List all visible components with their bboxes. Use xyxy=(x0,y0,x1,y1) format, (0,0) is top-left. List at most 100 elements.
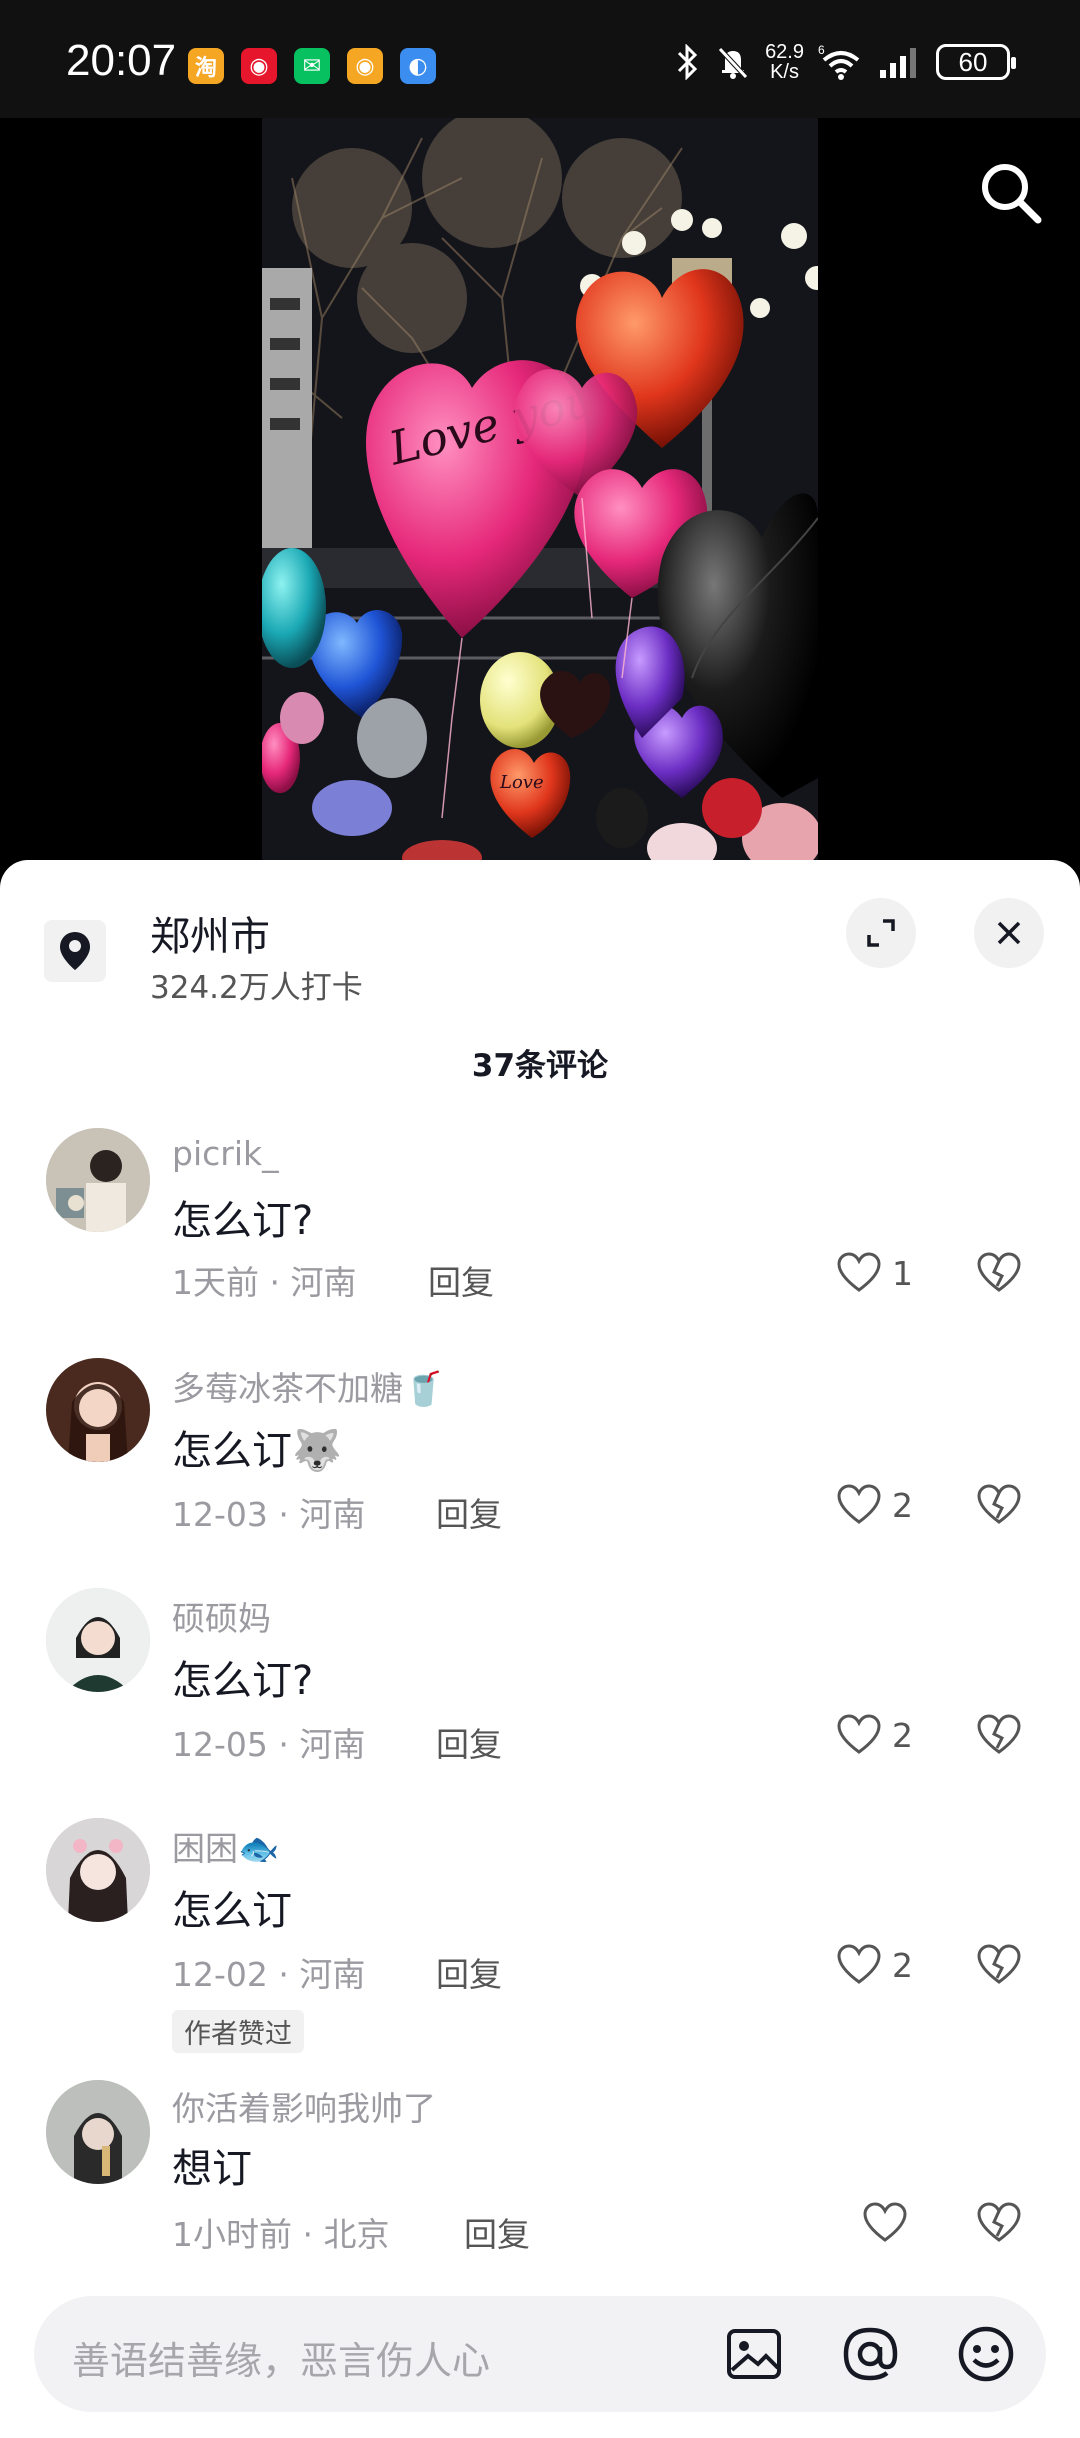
comment-meta: 12-03 · 河南 xyxy=(172,1495,366,1534)
comment-time: 1小时前 xyxy=(172,2215,292,2254)
comment-time: 12-02 xyxy=(172,1955,268,1994)
svg-text:6: 6 xyxy=(818,44,825,57)
heart-icon xyxy=(837,1714,881,1754)
emoji-icon xyxy=(958,2326,1014,2382)
comment-region: 河南 xyxy=(299,1955,366,1994)
comment-meta: 1小时前 · 北京 xyxy=(172,2215,390,2254)
like-count: 1 xyxy=(892,1253,913,1293)
at-icon xyxy=(843,2327,898,2381)
expand-button[interactable] xyxy=(846,898,916,968)
broken-heart-icon xyxy=(977,1484,1021,1524)
heart-icon xyxy=(863,2202,907,2242)
reply-button[interactable]: 回复 xyxy=(464,2208,530,2256)
expand-icon xyxy=(867,919,895,947)
comment-text: 想订 xyxy=(172,2146,252,2192)
dislike-button[interactable] xyxy=(976,1714,1022,1760)
emoji-button[interactable] xyxy=(956,2324,1016,2384)
net-speed: 62.9 K/s xyxy=(765,42,804,82)
net-speed-value: 62.9 xyxy=(765,41,804,63)
comment-time: 1天前 xyxy=(172,1263,259,1302)
wechat-icon: ✉ xyxy=(294,48,330,84)
avatar[interactable] xyxy=(46,1588,150,1692)
heart-icon xyxy=(837,1484,881,1524)
avatar[interactable] xyxy=(46,1358,150,1462)
net-speed-unit: K/s xyxy=(770,61,799,83)
dislike-button[interactable] xyxy=(976,1944,1022,1990)
comment-region: 河南 xyxy=(299,1495,366,1534)
dislike-button[interactable] xyxy=(976,1484,1022,1530)
comment-text: 怎么订 xyxy=(172,1888,292,1934)
comment-text: 怎么订? xyxy=(172,1198,314,1244)
broken-heart-icon xyxy=(977,1252,1021,1292)
comment-input[interactable]: 善语结善缘，恶言伤人心 xyxy=(72,2330,490,2385)
status-time: 20:07 xyxy=(66,36,177,85)
dislike-button[interactable] xyxy=(976,1252,1022,1298)
dislike-button[interactable] xyxy=(976,2202,1022,2248)
like-button[interactable]: 1 xyxy=(836,1252,913,1294)
comment-meta: 12-05 · 河南 xyxy=(172,1725,366,1764)
comment-text: 怎么订? xyxy=(172,1658,314,1704)
search-button[interactable] xyxy=(976,158,1046,228)
video-frame[interactable]: Love you Love xyxy=(262,118,818,868)
close-icon xyxy=(997,921,1021,945)
like-count: 2 xyxy=(892,1485,913,1525)
mention-button[interactable] xyxy=(840,2324,900,2384)
comment-username[interactable]: 硕硕妈 xyxy=(172,1592,271,1640)
reply-button[interactable]: 回复 xyxy=(436,1488,502,1536)
weibo-icon: ◉ xyxy=(241,48,277,84)
heart-icon xyxy=(837,1944,881,1984)
broken-heart-icon xyxy=(977,1944,1021,1984)
avatar[interactable] xyxy=(46,1818,150,1922)
reply-button[interactable]: 回复 xyxy=(428,1256,494,1304)
reply-button[interactable]: 回复 xyxy=(436,1948,502,1996)
comment-text: 怎么订🐺 xyxy=(172,1428,342,1474)
notification-icons: 淘 ◉ ✉ ◉ ◐ xyxy=(188,48,436,84)
like-button[interactable]: 2 xyxy=(836,1714,913,1756)
comment-username[interactable]: picrik_ xyxy=(172,1134,279,1173)
bluetooth-icon xyxy=(678,44,698,80)
weibo-icon: ◉ xyxy=(347,48,383,84)
heart-icon xyxy=(837,1252,881,1292)
reply-button[interactable]: 回复 xyxy=(436,1718,502,1766)
signal-icon xyxy=(880,48,916,78)
comment-region: 河南 xyxy=(290,1263,357,1302)
wifi-icon: 6 xyxy=(818,44,860,80)
video-player[interactable]: Love you Love xyxy=(0,118,1080,868)
comment-input-bar[interactable]: 善语结善缘，恶言伤人心 xyxy=(34,2296,1046,2412)
status-bar: 20:07 淘 ◉ ✉ ◉ ◐ 62.9 K/s 6 60 xyxy=(0,0,1080,118)
close-button[interactable] xyxy=(974,898,1044,968)
avatar[interactable] xyxy=(46,1128,150,1232)
comment-time: 12-03 xyxy=(172,1495,268,1534)
comments-sheet: 郑州市 324.2万人打卡 37条评论 picrik_ 怎么订? 1天前 · 河… xyxy=(0,860,1080,2438)
comment-username[interactable]: 困困🐟 xyxy=(172,1822,279,1870)
image-button[interactable] xyxy=(724,2324,784,2384)
comment-region: 河南 xyxy=(299,1725,366,1764)
location-pin[interactable] xyxy=(44,920,106,982)
svg-text:Love: Love xyxy=(499,772,544,793)
like-count: 2 xyxy=(892,1945,913,1985)
battery-indicator: 60 xyxy=(936,44,1016,80)
comment-region: 北京 xyxy=(323,2215,390,2254)
image-icon xyxy=(727,2329,781,2379)
search-icon xyxy=(982,164,1042,224)
mute-bell-icon xyxy=(718,47,748,79)
broken-heart-icon xyxy=(977,1714,1021,1754)
comment-count: 37条评论 xyxy=(471,1048,609,1084)
like-button[interactable]: 2 xyxy=(836,1484,913,1526)
comment-meta: 12-02 · 河南 xyxy=(172,1955,366,1994)
comment-username[interactable]: 你活着影响我帅了 xyxy=(172,2082,436,2130)
comment-time: 12-05 xyxy=(172,1725,268,1764)
comment-meta: 1天前 · 河南 xyxy=(172,1263,357,1302)
browser-icon: ◐ xyxy=(400,48,436,84)
location-title[interactable]: 郑州市 xyxy=(150,904,270,962)
author-liked-badge: 作者赞过 xyxy=(172,2010,304,2053)
location-pin-icon xyxy=(60,932,90,970)
avatar[interactable] xyxy=(46,2080,150,2184)
taobao-icon: 淘 xyxy=(188,48,224,84)
like-button[interactable]: 2 xyxy=(836,1944,913,1986)
like-button[interactable] xyxy=(862,2202,918,2244)
location-checkins: 324.2万人打卡 xyxy=(150,970,363,1006)
balloon-photo: Love you Love xyxy=(262,118,818,868)
broken-heart-icon xyxy=(977,2202,1021,2242)
comment-username[interactable]: 多莓冰茶不加糖🥤 xyxy=(172,1362,444,1410)
